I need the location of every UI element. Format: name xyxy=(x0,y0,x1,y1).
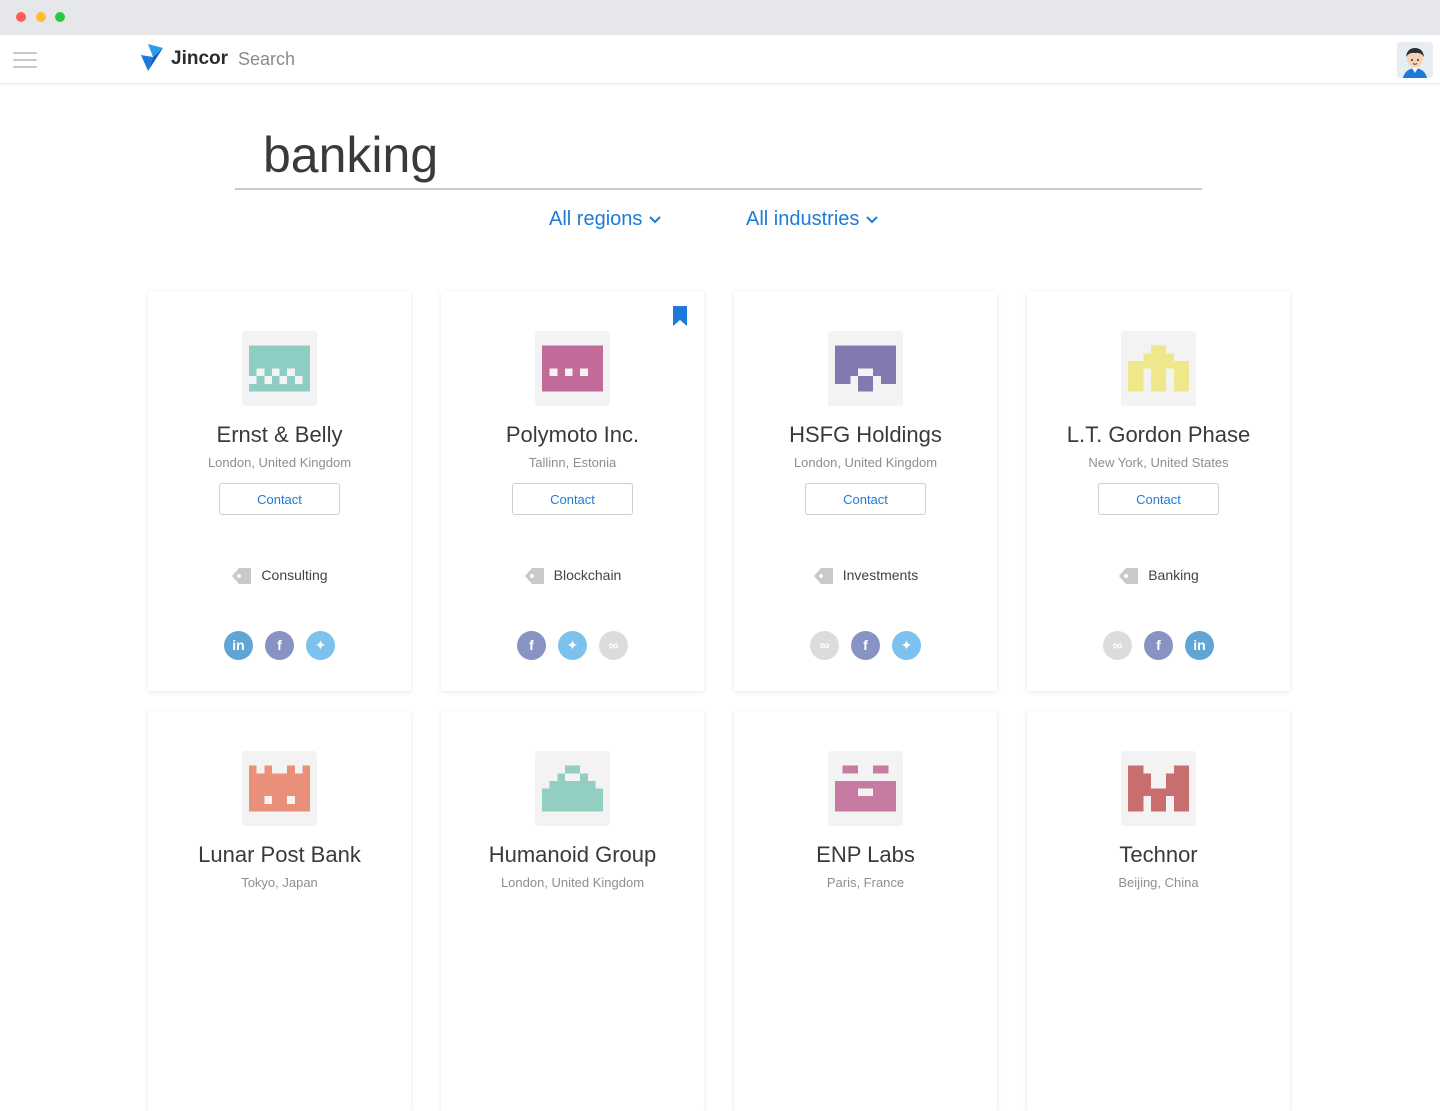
twitter-icon[interactable]: ✦ xyxy=(558,631,587,660)
bookmark-icon[interactable] xyxy=(672,306,688,326)
company-logo xyxy=(535,331,610,406)
industry-tag: Consulting xyxy=(148,567,411,585)
linkedin-icon[interactable]: in xyxy=(1185,631,1214,660)
linkedin-icon[interactable]: in xyxy=(224,631,253,660)
company-card[interactable]: Ernst & Belly London, United Kingdom Con… xyxy=(148,291,411,691)
industry-tag-label: Banking xyxy=(1148,567,1199,583)
facebook-icon[interactable]: f xyxy=(265,631,294,660)
company-logo xyxy=(828,331,903,406)
company-name[interactable]: ENP Labs xyxy=(734,842,997,868)
company-card[interactable]: Lunar Post Bank Tokyo, Japan xyxy=(148,711,411,1111)
company-card[interactable]: Polymoto Inc. Tallinn, Estonia Contact B… xyxy=(441,291,704,691)
contact-button[interactable]: Contact xyxy=(805,483,926,515)
company-card[interactable]: Technor Beijing, China xyxy=(1027,711,1290,1111)
industries-filter-dropdown[interactable]: All industries xyxy=(746,208,879,231)
company-card[interactable]: Humanoid Group London, United Kingdom xyxy=(441,711,704,1111)
social-links: ∞ f ✦ xyxy=(734,631,997,660)
industry-tag-label: Consulting xyxy=(261,567,328,583)
regions-filter-label: All regions xyxy=(549,208,643,230)
industry-tag-label: Blockchain xyxy=(553,567,622,583)
company-card[interactable]: ENP Labs Paris, France xyxy=(734,711,997,1111)
link-icon[interactable]: ∞ xyxy=(1103,631,1132,660)
company-location: New York, United States xyxy=(1088,455,1229,470)
company-name[interactable]: Technor xyxy=(1027,842,1290,868)
company-name[interactable]: L.T. Gordon Phase xyxy=(1027,422,1290,448)
jincor-logo-icon xyxy=(141,44,163,71)
company-location: Tokyo, Japan xyxy=(241,875,318,890)
social-links: in f ✦ xyxy=(148,631,411,660)
company-logo xyxy=(1121,751,1196,826)
social-links: f ✦ ∞ xyxy=(441,631,704,660)
search-bar xyxy=(235,120,1202,190)
company-card[interactable]: HSFG Holdings London, United Kingdom Con… xyxy=(734,291,997,691)
brand-name[interactable]: Jincor xyxy=(171,48,228,70)
contact-button[interactable]: Contact xyxy=(219,483,340,515)
social-links: ∞ f in xyxy=(1027,631,1290,660)
facebook-icon[interactable]: f xyxy=(1144,631,1173,660)
link-icon[interactable]: ∞ xyxy=(599,631,628,660)
company-logo xyxy=(535,751,610,826)
company-name[interactable]: Humanoid Group xyxy=(441,842,704,868)
company-logo xyxy=(242,751,317,826)
window-maximize-button[interactable] xyxy=(55,12,65,22)
tag-icon xyxy=(232,568,252,585)
link-icon[interactable]: ∞ xyxy=(810,631,839,660)
industry-tag-label: Investments xyxy=(842,567,919,583)
contact-button[interactable]: Contact xyxy=(1098,483,1219,515)
company-location: London, United Kingdom xyxy=(500,875,645,890)
company-logo xyxy=(828,751,903,826)
company-location: London, United Kingdom xyxy=(793,455,938,470)
section-title: Search xyxy=(238,49,296,69)
twitter-icon[interactable]: ✦ xyxy=(306,631,335,660)
company-logo xyxy=(242,331,317,406)
industry-tag: Blockchain xyxy=(441,567,704,585)
twitter-icon[interactable]: ✦ xyxy=(892,631,921,660)
company-location: Paris, France xyxy=(826,875,905,890)
company-name[interactable]: HSFG Holdings xyxy=(734,422,997,448)
company-card[interactable]: L.T. Gordon Phase New York, United State… xyxy=(1027,291,1290,691)
company-location: Beijing, China xyxy=(1118,875,1199,890)
facebook-icon[interactable]: f xyxy=(851,631,880,660)
industry-tag: Investments xyxy=(734,567,997,585)
chevron-down-icon xyxy=(649,216,662,224)
chevron-down-icon xyxy=(866,216,879,224)
window-close-button[interactable] xyxy=(16,12,26,22)
tag-icon xyxy=(813,568,833,585)
tag-icon xyxy=(524,568,544,585)
menu-icon[interactable] xyxy=(13,52,37,68)
regions-filter-dropdown[interactable]: All regions xyxy=(549,208,662,231)
window-minimize-button[interactable] xyxy=(36,12,46,22)
company-location: London, United Kingdom xyxy=(207,455,352,470)
window-titlebar xyxy=(0,0,1440,35)
search-input[interactable] xyxy=(263,124,1163,186)
app-header: Jincor Search xyxy=(0,35,1440,84)
industries-filter-label: All industries xyxy=(746,208,860,230)
company-name[interactable]: Ernst & Belly xyxy=(148,422,411,448)
company-name[interactable]: Lunar Post Bank xyxy=(148,842,411,868)
company-name[interactable]: Polymoto Inc. xyxy=(441,422,704,448)
company-logo xyxy=(1121,331,1196,406)
contact-button[interactable]: Contact xyxy=(512,483,633,515)
company-location: Tallinn, Estonia xyxy=(528,455,617,470)
tag-icon xyxy=(1119,568,1139,585)
industry-tag: Banking xyxy=(1027,567,1290,585)
user-avatar-icon[interactable] xyxy=(1397,42,1433,78)
facebook-icon[interactable]: f xyxy=(517,631,546,660)
